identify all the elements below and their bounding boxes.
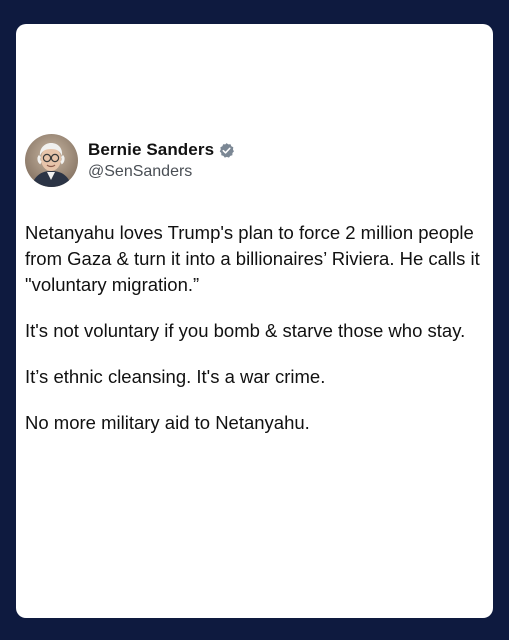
verified-badge-icon (218, 142, 235, 159)
avatar-image (25, 134, 78, 187)
user-handle[interactable]: @SenSanders (88, 163, 192, 181)
avatar[interactable] (25, 134, 78, 187)
tweet-body: Netanyahu loves Trump's plan to force 2 … (25, 220, 487, 456)
name-row: Bernie Sanders (88, 139, 235, 161)
tweet-header: Bernie Sanders @SenSanders (25, 134, 465, 188)
tweet-paragraph-1: Netanyahu loves Trump's plan to force 2 … (25, 222, 480, 295)
tweet-card: Bernie Sanders @SenSanders Netanyahu lov… (16, 24, 493, 618)
tweet-paragraph-4: No more military aid to Netanyahu. (25, 412, 310, 433)
tweet-paragraph-2: It's not voluntary if you bomb & starve … (25, 320, 466, 341)
tweet-paragraph-3: It’s ethnic cleansing. It's a war crime. (25, 366, 326, 387)
display-name[interactable]: Bernie Sanders (88, 140, 214, 160)
post-frame: Bernie Sanders @SenSanders Netanyahu lov… (0, 0, 509, 640)
